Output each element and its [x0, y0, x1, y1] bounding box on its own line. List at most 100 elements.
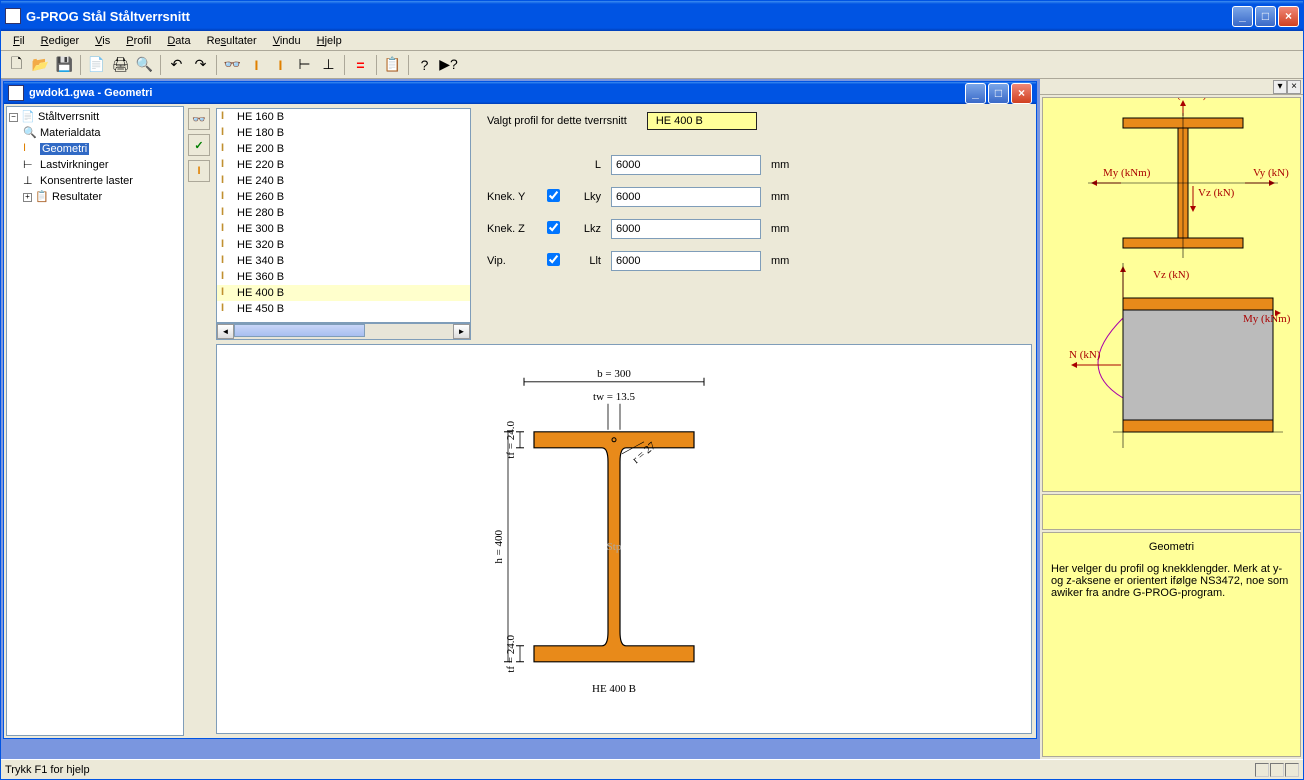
profile-item[interactable]: IHE 360 B: [217, 269, 470, 285]
tool-column: 👓 ✓ I: [186, 104, 212, 738]
expand-icon[interactable]: +: [23, 193, 32, 202]
tb-report[interactable]: 📋: [381, 54, 404, 76]
tb-redo[interactable]: ↷: [189, 54, 212, 76]
beam-name: HE 400 B: [592, 683, 636, 695]
ibeam-icon: I: [221, 190, 233, 204]
ibeam-icon: I: [221, 254, 233, 268]
ibeam-icon: I: [221, 270, 233, 284]
tb-print[interactable]: 🖨: [109, 54, 132, 76]
panel-close-icon[interactable]: ×: [1287, 80, 1301, 94]
h-scrollbar[interactable]: ◄ ►: [216, 323, 471, 340]
tb-ibeam1[interactable]: I: [245, 54, 268, 76]
tree-item-geometri[interactable]: I Geometri: [23, 141, 181, 157]
row-unit: mm: [771, 255, 789, 267]
profile-item[interactable]: IHE 340 B: [217, 253, 470, 269]
profile-item[interactable]: IHE 160 B: [217, 109, 470, 125]
length-checkbox[interactable]: [547, 221, 560, 234]
load-icon: ⊢: [23, 158, 37, 172]
profile-list[interactable]: IHE 160 BIHE 180 BIHE 200 BIHE 220 BIHE …: [216, 108, 471, 323]
tree-item-materialdata[interactable]: 🔍 Materialdata: [23, 125, 181, 141]
length-input[interactable]: [611, 187, 761, 207]
ibeam-icon: I: [221, 110, 233, 124]
menu-hjelp[interactable]: Hjelp: [309, 33, 350, 49]
scroll-thumb[interactable]: [234, 324, 365, 337]
profile-item[interactable]: IHE 220 B: [217, 157, 470, 173]
profile-item[interactable]: IHE 260 B: [217, 189, 470, 205]
profile-item[interactable]: IHE 400 B: [217, 285, 470, 301]
scroll-right-icon[interactable]: ►: [453, 324, 470, 339]
length-input[interactable]: [611, 219, 761, 239]
profile-item[interactable]: IHE 200 B: [217, 141, 470, 157]
tb-help[interactable]: ?: [413, 54, 436, 76]
form-row: Knek. ZLkzmm: [487, 218, 1024, 240]
main-window: G-PROG Stål Ståltverrsnitt _ □ × Fil Red…: [0, 0, 1304, 780]
panel-handle-icon[interactable]: ▾: [1273, 80, 1287, 94]
menu-resultater[interactable]: Resultater: [199, 33, 265, 49]
tb-open[interactable]: 📂: [29, 54, 52, 76]
row-label: Vip.: [487, 255, 547, 267]
menubar: Fil Rediger Vis Profil Data Resultater V…: [1, 31, 1303, 51]
tree-item-konsentrerte[interactable]: ⊥ Konsentrerte laster: [23, 173, 181, 189]
menu-vindu[interactable]: Vindu: [265, 33, 309, 49]
child-minimize-button[interactable]: _: [965, 83, 986, 104]
menu-rediger[interactable]: Rediger: [33, 33, 88, 49]
tb-load1[interactable]: ⊢: [293, 54, 316, 76]
profile-button[interactable]: I: [188, 160, 210, 182]
profile-item[interactable]: IHE 450 B: [217, 301, 470, 317]
middle-strip: [1042, 494, 1301, 530]
collapse-icon[interactable]: −: [9, 113, 18, 122]
scroll-left-icon[interactable]: ◄: [217, 324, 234, 339]
tree-panel[interactable]: − 📄 Ståltverrsnitt 🔍 Materialdata I Geom…: [6, 106, 184, 736]
dim-tf-top: tf = 24.0: [505, 420, 517, 458]
tree-item-lastvirkninger[interactable]: ⊢ Lastvirkninger: [23, 157, 181, 173]
menu-vis[interactable]: Vis: [87, 33, 118, 49]
beam-cross-section: b = 300 tw = 13.5 r = 27: [444, 352, 804, 712]
dim-tw: tw = 13.5: [593, 391, 635, 403]
form-row: Lmm: [487, 154, 1024, 176]
child-maximize-button[interactable]: □: [988, 83, 1009, 104]
length-input[interactable]: [611, 251, 761, 271]
label-vy: Vy (kN): [1253, 167, 1289, 179]
tb-whatsthis[interactable]: ▶?: [437, 54, 460, 76]
profile-item[interactable]: IHE 280 B: [217, 205, 470, 221]
tb-undo[interactable]: ↶: [165, 54, 188, 76]
tree-item-resultater[interactable]: + 📋 Resultater: [23, 189, 181, 205]
tree-root[interactable]: − 📄 Ståltverrsnitt: [9, 109, 181, 125]
tb-equals[interactable]: =: [349, 54, 372, 76]
check-button[interactable]: ✓: [188, 134, 210, 156]
view-button[interactable]: 👓: [188, 108, 210, 130]
close-button[interactable]: ×: [1278, 6, 1299, 27]
row-unit: mm: [771, 191, 789, 203]
row-symbol: L: [571, 159, 611, 171]
ibeam-icon: I: [221, 286, 233, 300]
child-close-button[interactable]: ×: [1011, 83, 1032, 104]
length-checkbox[interactable]: [547, 189, 560, 202]
profile-item[interactable]: IHE 300 B: [217, 221, 470, 237]
tb-find[interactable]: 🔍: [133, 54, 156, 76]
menu-data[interactable]: Data: [159, 33, 198, 49]
minimize-button[interactable]: _: [1232, 6, 1253, 27]
length-input[interactable]: [611, 155, 761, 175]
tb-load2[interactable]: ⊥: [317, 54, 340, 76]
tb-preview[interactable]: 📄: [85, 54, 108, 76]
tb-ibeam2[interactable]: I: [269, 54, 292, 76]
length-checkbox[interactable]: [547, 253, 560, 266]
app-title: G-PROG Stål Ståltverrsnitt: [26, 9, 1232, 24]
tb-save[interactable]: 💾: [53, 54, 76, 76]
menu-fil[interactable]: Fil: [5, 33, 33, 49]
right-panel-header: ▾ ×: [1040, 79, 1303, 95]
ibeam-icon: I: [221, 238, 233, 252]
child-titlebar: gwdok1.gwa - Geometri _ □ ×: [4, 82, 1036, 104]
maximize-button[interactable]: □: [1255, 6, 1276, 27]
right-panels: ▾ × Mz (kNm): [1040, 79, 1303, 759]
profile-item[interactable]: IHE 320 B: [217, 237, 470, 253]
profile-item[interactable]: IHE 240 B: [217, 173, 470, 189]
tb-new[interactable]: 🗋: [5, 54, 28, 76]
label-mz: Mz (kNm): [1160, 98, 1207, 101]
menu-profil[interactable]: Profil: [118, 33, 159, 49]
ibeam-icon: I: [221, 158, 233, 172]
tb-glasses[interactable]: 👓: [221, 54, 244, 76]
force-diagram-panel: Mz (kNm) My (kNm) Vy (kN) Vz (kN): [1042, 97, 1301, 492]
profile-item[interactable]: IHE 180 B: [217, 125, 470, 141]
doc-icon: 📄: [21, 110, 35, 124]
